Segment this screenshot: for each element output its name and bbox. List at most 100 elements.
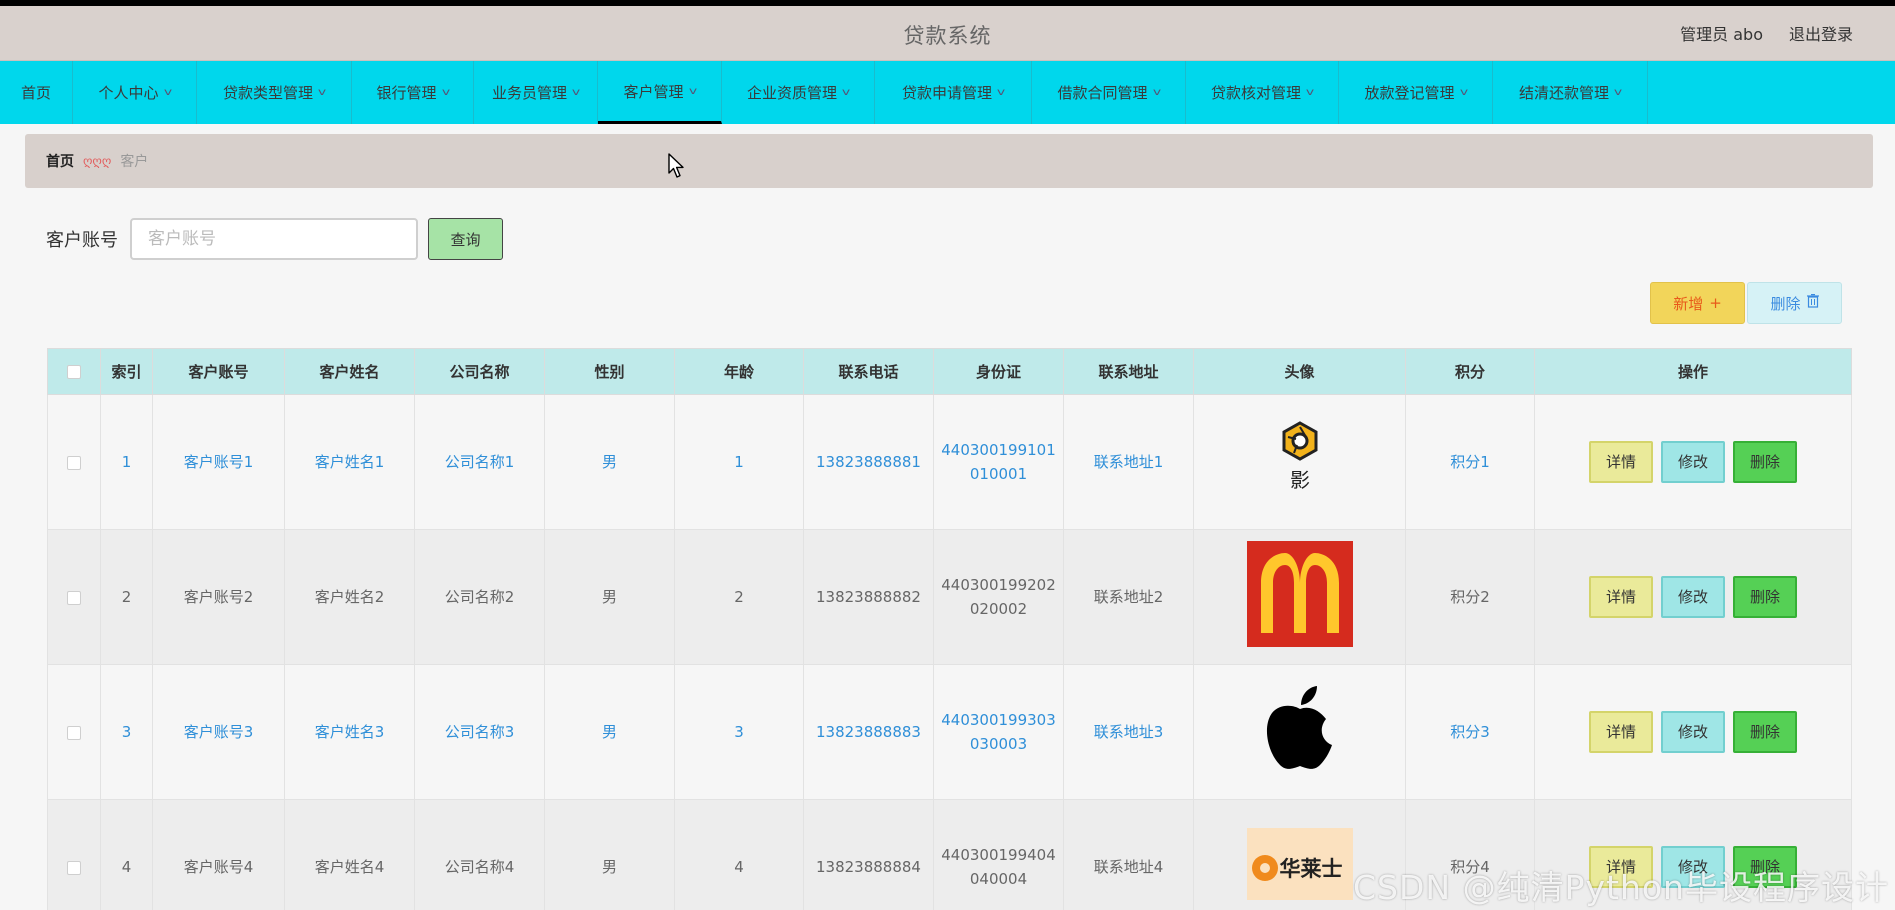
- chevron-down-icon: v: [841, 87, 851, 98]
- cell-address: 联系地址2: [1063, 529, 1194, 665]
- cell-index[interactable]: 1: [100, 394, 153, 530]
- cell-address[interactable]: 联系地址1: [1063, 394, 1194, 530]
- cell-phone[interactable]: 13823888883: [803, 664, 934, 800]
- search-label: 客户账号: [46, 230, 118, 251]
- nav-item-7[interactable]: 贷款申请管理 v: [875, 61, 1032, 124]
- cell-age[interactable]: 1: [674, 394, 804, 530]
- detail-button[interactable]: 详情: [1589, 711, 1653, 753]
- delete-button[interactable]: 删除: [1733, 711, 1797, 753]
- avatar-cell: [1193, 529, 1406, 665]
- nav-item-10[interactable]: 放款登记管理 v: [1339, 61, 1493, 124]
- cell-points[interactable]: 积分3: [1405, 664, 1535, 800]
- cell-company[interactable]: 公司名称1: [414, 394, 545, 530]
- breadcrumb-home[interactable]: 首页: [46, 151, 74, 171]
- account-search-input[interactable]: [130, 218, 418, 260]
- cell-account[interactable]: 客户账号1: [152, 394, 285, 530]
- cell-age: 2: [674, 529, 804, 665]
- cell-name: 客户姓名2: [284, 529, 415, 665]
- cell-id-card: 440300199404040004: [933, 799, 1064, 910]
- cell-id-card[interactable]: 440300199303030003: [933, 664, 1064, 800]
- detail-button[interactable]: 详情: [1589, 576, 1653, 618]
- column-header: 身份证: [933, 348, 1064, 395]
- nav-item-5[interactable]: 客户管理 v: [598, 61, 722, 124]
- nav-item-2[interactable]: 贷款类型管理 v: [197, 61, 352, 124]
- nav-item-4[interactable]: 业务员管理 v: [474, 61, 598, 124]
- cell-company[interactable]: 公司名称3: [414, 664, 545, 800]
- row-select-cell: [47, 664, 101, 800]
- add-button[interactable]: 新增 +: [1650, 282, 1745, 324]
- cell-account[interactable]: 客户账号3: [152, 664, 285, 800]
- nav-item-label: 客户管理: [623, 82, 684, 101]
- delete-button[interactable]: 删除: [1733, 576, 1797, 618]
- mcdonalds-logo: [1246, 540, 1353, 654]
- select-all-header: [47, 348, 101, 395]
- nav-item-8[interactable]: 借款合同管理 v: [1032, 61, 1186, 124]
- cell-address[interactable]: 联系地址3: [1063, 664, 1194, 800]
- row-checkbox[interactable]: [67, 455, 81, 470]
- cell-address: 联系地址4: [1063, 799, 1194, 910]
- watermark: CSDN @纯清Python毕设程序设计: [1353, 868, 1889, 907]
- trash-icon: [1806, 294, 1819, 312]
- cell-phone: 13823888884: [803, 799, 934, 910]
- nav-item-9[interactable]: 贷款核对管理 v: [1186, 61, 1339, 124]
- cell-gender[interactable]: 男: [544, 394, 675, 530]
- search-button[interactable]: 查询: [428, 218, 503, 260]
- nav-item-6[interactable]: 企业资质管理 v: [722, 61, 875, 124]
- table-row: 2 客户账号2 客户姓名2 公司名称2 男 2 13823888882 44030019920…: [47, 529, 1852, 665]
- avatar-cell: [1193, 664, 1406, 800]
- row-checkbox[interactable]: [67, 590, 81, 605]
- batch-delete-button[interactable]: 删除: [1747, 282, 1842, 324]
- table-body: 1 客户账号1 客户姓名1 公司名称1 男 1 13823888881 44030019910…: [47, 394, 1852, 910]
- chevron-down-icon: v: [1459, 87, 1468, 98]
- table-row: 3 客户账号3 客户姓名3 公司名称3 男 3 13823888883 44030019930…: [47, 664, 1852, 800]
- table-header-row: 索引 客户账号 客户姓名 公司名称 性别 年龄 联系电话 身份证 联系地址 头像 积分 操作: [47, 348, 1852, 395]
- cell-account: 客户账号4: [152, 799, 285, 910]
- app-title: 贷款系统: [903, 24, 992, 48]
- batch-delete-label: 删除: [1770, 294, 1801, 313]
- cell-points: 积分2: [1405, 529, 1535, 665]
- cell-phone[interactable]: 13823888881: [803, 394, 934, 530]
- logout-button[interactable]: 退出登录: [1789, 21, 1853, 45]
- select-all-checkbox[interactable]: [67, 365, 81, 379]
- add-button-label: 新增: [1673, 294, 1704, 313]
- search-bar: 客户账号 查询: [46, 218, 503, 260]
- cell-id-card[interactable]: 440300199101010001: [933, 394, 1064, 530]
- row-checkbox[interactable]: [67, 860, 81, 875]
- nav-item-1[interactable]: 个人中心 v: [73, 61, 197, 124]
- cell-name[interactable]: 客户姓名3: [284, 664, 415, 800]
- cell-name[interactable]: 客户姓名1: [284, 394, 415, 530]
- nav-item-label: 贷款申请管理: [902, 84, 993, 102]
- app-window: 贷款系统 管理员 abo 退出登录 首页 个人中心 v 贷款类型管理 v 银行管理 v 业务员…: [0, 6, 1895, 910]
- chevron-down-icon: v: [1305, 87, 1315, 98]
- row-checkbox[interactable]: [67, 725, 81, 740]
- nav-item-3[interactable]: 银行管理 v: [352, 61, 474, 124]
- detail-button[interactable]: 详情: [1589, 441, 1653, 483]
- edit-button[interactable]: 修改: [1661, 576, 1725, 618]
- edit-button[interactable]: 修改: [1661, 711, 1725, 753]
- nav-item-0[interactable]: 首页: [0, 61, 73, 124]
- column-header: 公司名称: [414, 348, 545, 395]
- edit-button[interactable]: 修改: [1661, 441, 1725, 483]
- column-header: 年龄: [674, 348, 804, 395]
- cell-gender: 男: [544, 529, 675, 665]
- nav-item-label: 企业资质管理: [747, 84, 838, 102]
- chevron-down-icon: v: [441, 87, 450, 98]
- delete-button[interactable]: 删除: [1733, 441, 1797, 483]
- column-header: 积分: [1405, 348, 1535, 395]
- nav-item-11[interactable]: 结清还款管理 v: [1493, 61, 1648, 124]
- cell-gender[interactable]: 男: [544, 664, 675, 800]
- row-select-cell: [47, 799, 101, 910]
- column-header: 客户账号: [152, 348, 285, 395]
- row-actions: 详情 修改 删除: [1539, 576, 1847, 618]
- column-header: 性别: [544, 348, 675, 395]
- cell-index: 2: [100, 529, 153, 665]
- cell-index[interactable]: 3: [100, 664, 153, 800]
- cell-age: 4: [674, 799, 804, 910]
- cell-points[interactable]: 积分1: [1405, 394, 1535, 530]
- breadcrumb: 首页 ღღღ 客户: [25, 134, 1873, 188]
- plus-icon: +: [1709, 294, 1722, 312]
- nav-item-label: 结清还款管理: [1519, 84, 1610, 102]
- cell-age[interactable]: 3: [674, 664, 804, 800]
- breadcrumb-current: 客户: [120, 154, 149, 170]
- chevron-down-icon: v: [1152, 87, 1161, 98]
